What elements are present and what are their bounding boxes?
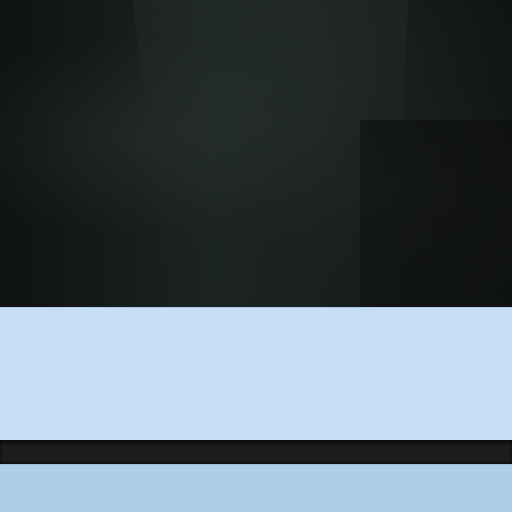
video-frame (0, 0, 512, 307)
screen (0, 0, 512, 512)
separator-bar (0, 440, 512, 464)
bottom-panel (0, 464, 512, 512)
content-panel (0, 307, 512, 440)
